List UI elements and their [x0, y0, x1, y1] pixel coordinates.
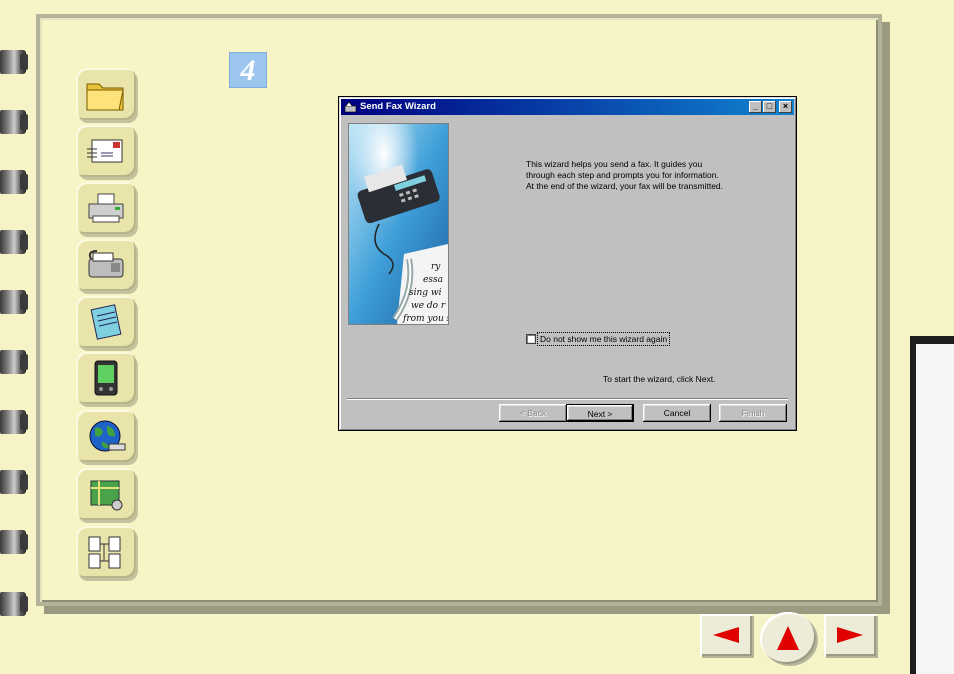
dialog-title: Send Fax Wizard: [360, 101, 436, 112]
nav-notepad-button[interactable]: [76, 296, 136, 348]
back-button[interactable]: < Back: [499, 404, 567, 422]
art-handwriting-line: essa: [423, 275, 443, 285]
binder-ring: [0, 110, 28, 134]
art-handwriting-line: we do r: [411, 301, 446, 311]
binder-ring: [0, 410, 28, 434]
start-hint-text: To start the wizard, click Next.: [603, 374, 716, 384]
previous-page-button[interactable]: [700, 614, 752, 656]
art-handwriting-line: ry: [431, 262, 441, 272]
binder-ring: [0, 350, 28, 374]
mail-icon: [87, 139, 123, 163]
binder-ring: [0, 230, 28, 254]
home-button[interactable]: [760, 612, 816, 664]
next-page-button[interactable]: [824, 614, 876, 656]
nav-network-documents-button[interactable]: [76, 526, 136, 578]
button-separator: [347, 398, 788, 400]
network-documents-icon: [88, 536, 121, 569]
notepad-icon: [90, 304, 122, 340]
dont-show-again-row[interactable]: Do not show me this wizard again: [526, 332, 671, 346]
send-fax-wizard-dialog: Send Fax Wizard _ □ × ry essa sing wi we…: [338, 96, 797, 431]
pda-icon: [94, 360, 118, 396]
map-icon: [90, 480, 123, 511]
art-handwriting-line: sing wi: [409, 288, 442, 298]
binder-ring: [0, 170, 28, 194]
nav-folder-button[interactable]: [76, 68, 136, 120]
globe-icon: [89, 420, 126, 452]
wizard-fax-illustration: ry essa sing wi we do r from you s: [348, 123, 449, 325]
cancel-button[interactable]: Cancel: [643, 404, 711, 422]
nav-fax-button[interactable]: [76, 239, 136, 291]
finish-button[interactable]: Finish: [719, 404, 787, 422]
step-number-badge: 4: [229, 52, 267, 88]
nav-mail-button[interactable]: [76, 125, 136, 177]
binder-ring: [0, 50, 28, 74]
right-arrow-icon: [837, 627, 863, 643]
side-panel: [910, 336, 954, 674]
dialog-titlebar[interactable]: Send Fax Wizard _ □ ×: [341, 99, 794, 115]
maximize-button[interactable]: □: [763, 101, 776, 113]
binder-ring: [0, 530, 28, 554]
fax-wizard-icon: [344, 101, 357, 113]
nav-printer-button[interactable]: [76, 182, 136, 234]
fax-icon: [88, 250, 124, 278]
side-panel-content: [916, 344, 954, 674]
left-arrow-icon: [713, 627, 739, 643]
next-button[interactable]: Next >: [566, 404, 634, 422]
close-button[interactable]: ×: [779, 101, 792, 113]
dont-show-again-label[interactable]: Do not show me this wizard again: [536, 332, 671, 346]
wizard-intro-text: This wizard helps you send a fax. It gui…: [526, 159, 724, 191]
up-arrow-icon: [777, 626, 799, 650]
binder-ring: [0, 290, 28, 314]
nav-globe-button[interactable]: [76, 410, 136, 462]
folder-icon: [86, 83, 124, 111]
nav-map-button[interactable]: [76, 468, 136, 520]
binder-ring: [0, 592, 28, 616]
dont-show-again-checkbox[interactable]: [526, 334, 536, 344]
art-handwriting-line: from you s: [402, 314, 448, 324]
printer-icon: [88, 193, 124, 223]
binder-ring: [0, 470, 28, 494]
nav-pda-button[interactable]: [76, 352, 136, 404]
minimize-button[interactable]: _: [749, 101, 762, 113]
